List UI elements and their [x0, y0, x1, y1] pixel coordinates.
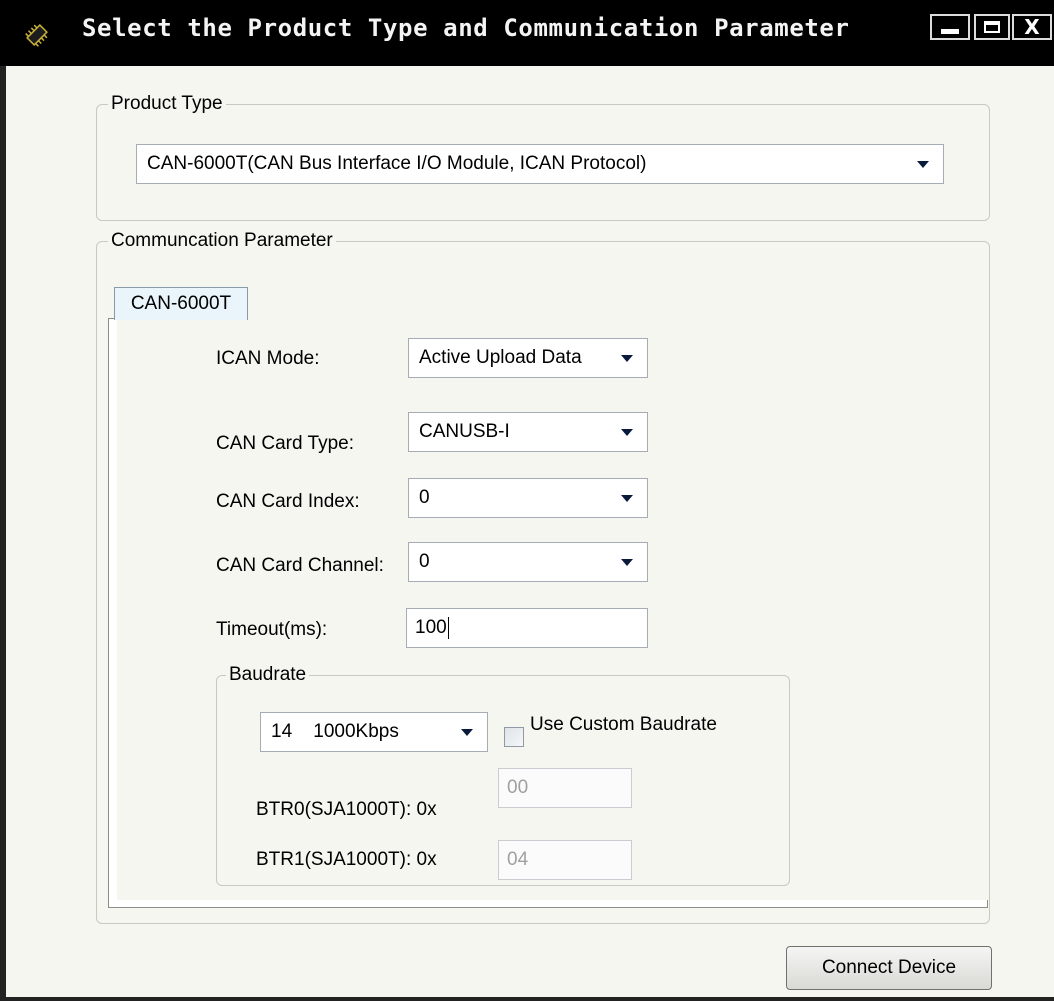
product-type-select[interactable]: CAN-6000T(CAN Bus Interface I/O Module, … — [136, 144, 944, 184]
window-frame-bottom — [0, 997, 1054, 1001]
chevron-down-icon — [621, 494, 633, 502]
chevron-down-icon — [461, 728, 473, 736]
timeout-input[interactable]: 100 — [406, 608, 648, 648]
btr1-input[interactable]: 04 — [498, 840, 632, 880]
product-type-legend: Product Type — [108, 93, 226, 115]
can-card-channel-select[interactable]: 0 — [408, 542, 648, 582]
btr1-value: 04 — [507, 849, 529, 870]
use-custom-baudrate-label[interactable]: Use Custom Baudrate — [530, 714, 717, 736]
ican-mode-select[interactable]: Active Upload Data — [408, 338, 648, 378]
use-custom-baudrate-checkbox[interactable] — [504, 727, 524, 747]
btr0-label: BTR0(SJA1000T): 0x — [256, 799, 437, 820]
can-card-type-select[interactable]: CANUSB-I — [408, 412, 648, 452]
timeout-label: Timeout(ms): — [216, 619, 328, 640]
baudrate-value: 14 1000Kbps — [271, 721, 399, 742]
btr0-value: 00 — [507, 777, 529, 798]
chevron-down-icon — [621, 354, 633, 362]
minimize-icon — [941, 28, 959, 34]
text-caret — [447, 617, 449, 639]
btr0-input[interactable]: 00 — [498, 768, 632, 808]
minimize-button[interactable] — [930, 14, 970, 40]
chevron-down-icon — [917, 160, 929, 168]
can-card-channel-value: 0 — [419, 551, 430, 572]
can-card-type-label: CAN Card Type: — [216, 433, 354, 454]
maximize-button[interactable] — [974, 14, 1010, 40]
tab-label: CAN-6000T — [130, 293, 232, 314]
connect-device-button[interactable]: Connect Device — [786, 946, 992, 990]
window-title: Select the Product Type and Communicatio… — [82, 14, 850, 42]
can-card-index-value: 0 — [419, 487, 430, 508]
btr1-label: BTR1(SJA1000T): 0x — [256, 849, 437, 870]
chip-icon — [25, 24, 48, 47]
ican-mode-label: ICAN Mode: — [216, 348, 320, 369]
close-icon: X — [1024, 15, 1040, 39]
product-type-value: CAN-6000T(CAN Bus Interface I/O Module, … — [147, 153, 647, 174]
maximize-icon — [984, 21, 1000, 33]
baudrate-legend: Baudrate — [226, 664, 310, 686]
ican-mode-value: Active Upload Data — [419, 347, 582, 368]
chevron-down-icon — [621, 558, 633, 566]
tab-can-6000t[interactable]: CAN-6000T — [114, 287, 248, 320]
can-card-index-select[interactable]: 0 — [408, 478, 648, 518]
can-card-index-label: CAN Card Index: — [216, 491, 360, 512]
baudrate-select[interactable]: 14 1000Kbps — [260, 712, 488, 752]
close-button[interactable]: X — [1012, 14, 1052, 40]
chevron-down-icon — [621, 428, 633, 436]
can-card-type-value: CANUSB-I — [419, 421, 510, 442]
connect-device-label: Connect Device — [821, 957, 957, 978]
window-frame-left — [0, 66, 6, 1001]
timeout-value: 100 — [415, 617, 447, 638]
comm-parameter-legend: Communcation Parameter — [108, 230, 336, 252]
can-card-channel-label: CAN Card Channel: — [216, 555, 384, 576]
